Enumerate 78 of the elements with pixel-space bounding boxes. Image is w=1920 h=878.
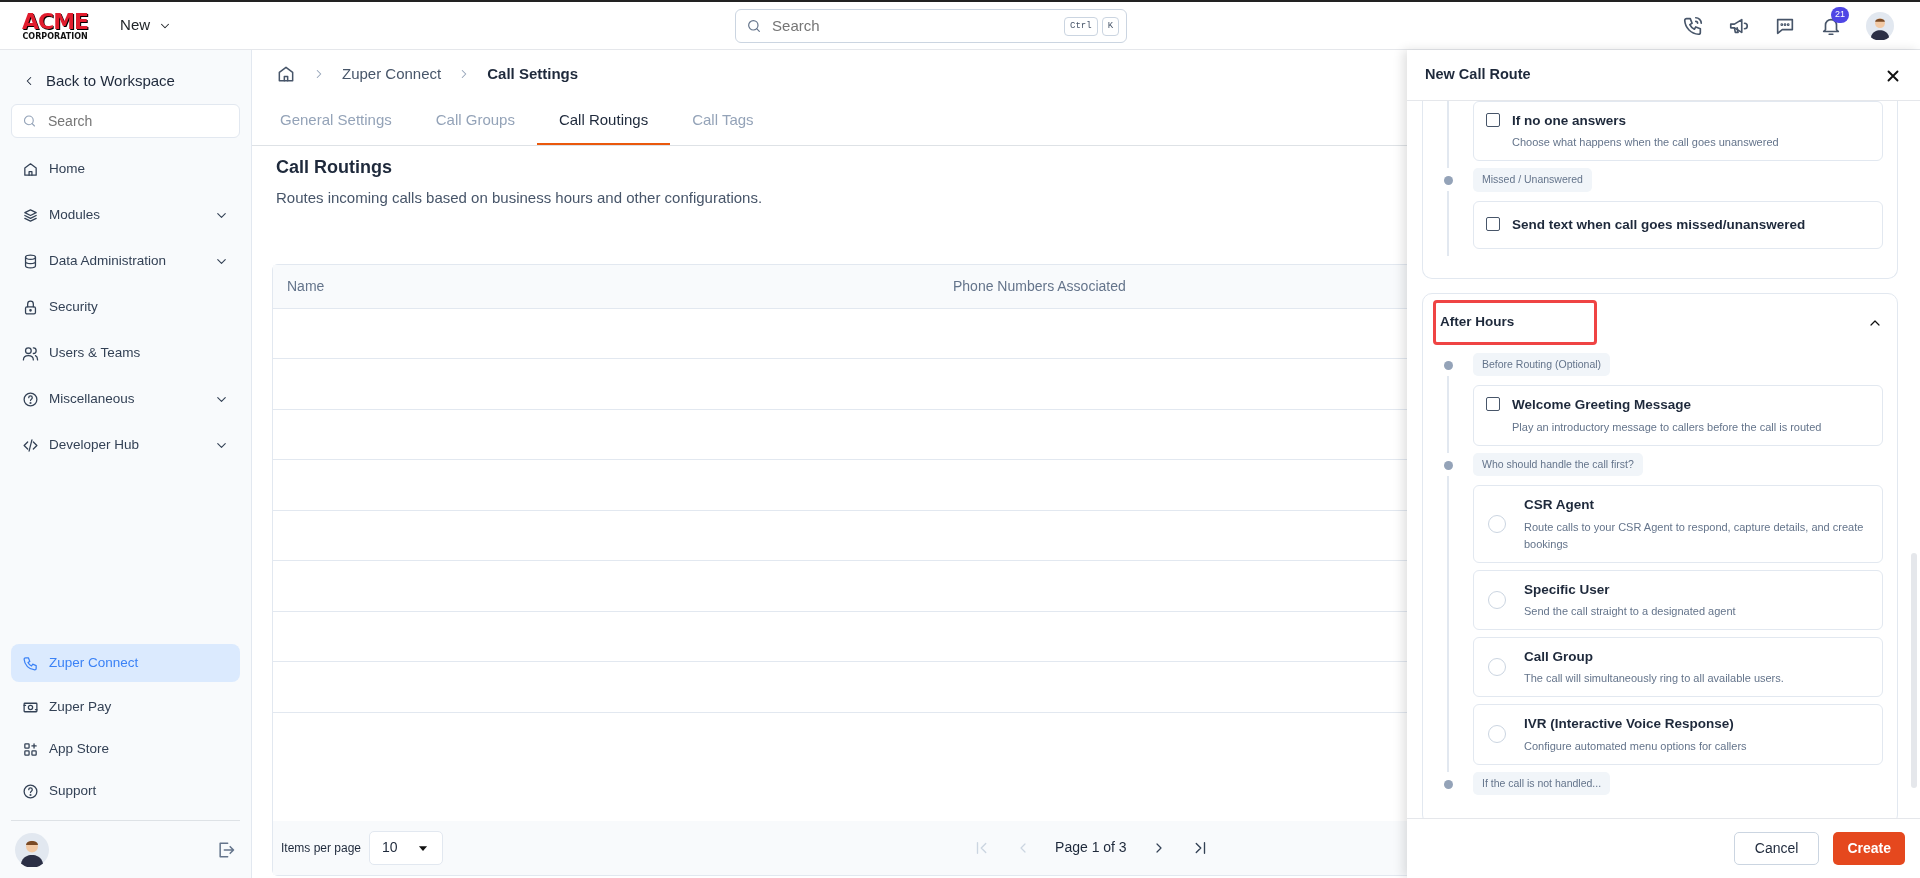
shortcut-key: K — [1101, 16, 1120, 36]
items-per-page-label: Items per page — [281, 839, 362, 857]
option-description: The call will simultaneously ring to all available users. — [1524, 671, 1784, 687]
timeline-dot — [1443, 176, 1453, 186]
option-title: Send text when call goes missed/unanswered — [1512, 216, 1806, 235]
help-icon — [22, 390, 39, 408]
option-card[interactable]: Welcome Greeting Message Play an introductory message to callers before the call is routed — [1473, 385, 1883, 446]
breadcrumb-item: Call Settings — [487, 63, 579, 84]
option-title: IVR (Interactive Voice Response) — [1524, 715, 1735, 734]
phone-call-icon[interactable] — [1682, 14, 1704, 37]
sidebar-item[interactable]: App Store — [11, 728, 240, 770]
sidebar-item[interactable]: Miscellaneous — [11, 376, 240, 422]
sidebar-item[interactable]: Data Administration — [11, 238, 240, 284]
lock-icon — [22, 298, 39, 316]
sidebar-item[interactable]: Users & Teams — [11, 330, 240, 376]
column-header: Phone Numbers Associated — [952, 276, 1126, 296]
option-card[interactable]: IVR (Interactive Voice Response) Configure automated menu options for callers — [1473, 704, 1883, 765]
checkbox[interactable] — [1486, 217, 1500, 232]
section-title: After Hours — [1433, 300, 1598, 345]
database-icon — [22, 252, 39, 270]
option-card[interactable]: If no one answers Choose what happens when the call goes unanswered — [1473, 101, 1883, 162]
checkbox[interactable] — [1486, 397, 1500, 412]
home-icon — [22, 160, 39, 178]
cancel-button[interactable]: Cancel — [1733, 832, 1820, 865]
sidebar-item[interactable]: Security — [11, 284, 240, 330]
step-label: Missed / Unanswered — [1473, 168, 1592, 193]
option-title: Specific User — [1524, 580, 1611, 599]
avatar[interactable] — [1866, 11, 1894, 40]
option-description: Send the call straight to a designated agent — [1524, 603, 1736, 619]
create-button[interactable]: Create — [1833, 832, 1905, 865]
timeline-dot — [1443, 460, 1453, 470]
search-icon — [22, 113, 37, 129]
search-icon — [746, 17, 763, 34]
users-icon — [22, 344, 39, 362]
sidebar-item[interactable]: Zuper Pay — [11, 686, 240, 728]
sidebar-item[interactable]: Support — [11, 770, 240, 812]
option-title: Call Group — [1524, 648, 1594, 666]
back-link[interactable]: Back to Workspace — [11, 58, 240, 104]
breadcrumb-item[interactable]: Zuper Connect — [342, 62, 442, 86]
checkbox[interactable] — [1486, 113, 1500, 127]
logo[interactable]: ACME CORPORATION — [22, 10, 89, 41]
option-title: CSR Agent — [1524, 496, 1595, 515]
option-description: Configure automated menu options for callers — [1524, 738, 1747, 754]
option-card[interactable]: CSR Agent Route calls to your CSR Agent to respond, capture details, and create bookings — [1473, 485, 1883, 563]
notification-count: 21 — [1831, 7, 1849, 23]
drawer-title: New Call Route — [1425, 65, 1531, 85]
option-title: If no one answers — [1512, 112, 1628, 130]
shortcut-key: Ctrl — [1064, 16, 1098, 36]
page-size-select[interactable]: 10 — [369, 830, 444, 865]
new-menu-button[interactable]: New — [112, 10, 181, 41]
sidebar-item[interactable]: Modules — [11, 192, 240, 238]
phone-icon — [22, 654, 39, 672]
option-card[interactable]: Send text when call goes missed/unanswered — [1473, 201, 1883, 250]
option-title: Welcome Greeting Message — [1512, 396, 1693, 415]
apps-icon — [22, 740, 39, 758]
step-label: If the call is not handled... — [1473, 771, 1611, 796]
code-icon — [22, 436, 39, 454]
help-icon — [22, 782, 39, 800]
home-icon[interactable] — [276, 64, 296, 84]
page-indicator: Page 1 of 3 — [1055, 838, 1127, 857]
avatar[interactable] — [15, 832, 49, 867]
tab[interactable]: Call Routings — [536, 97, 671, 145]
option-description: Play an introductory message to callers before the call is routed — [1512, 419, 1822, 435]
column-header: Name — [286, 276, 326, 296]
timeline-dot — [1443, 360, 1453, 370]
timeline-dot — [1443, 779, 1453, 789]
option-description: Choose what happens when the call goes unanswered — [1512, 135, 1779, 151]
page-title: Call Routings — [276, 156, 392, 179]
layers-icon — [22, 206, 39, 224]
page-subtitle: Routes incoming calls based on business hours and other configurations. — [276, 188, 763, 208]
search-field[interactable]: Search — [11, 104, 240, 138]
sidebar-item[interactable]: Home — [11, 146, 240, 192]
step-label: Who should handle the call first? — [1473, 452, 1643, 477]
option-description: Route calls to your CSR Agent to respond, capture details, and create bookings — [1524, 519, 1865, 552]
step-label: Before Routing (Optional) — [1473, 352, 1611, 377]
option-card[interactable]: Specific User Send the call straight to a designated agent — [1473, 569, 1883, 630]
option-card[interactable]: Call Group The call will simultaneously ring to all available users. — [1473, 637, 1883, 698]
sidebar-item[interactable]: Developer Hub — [11, 422, 240, 468]
